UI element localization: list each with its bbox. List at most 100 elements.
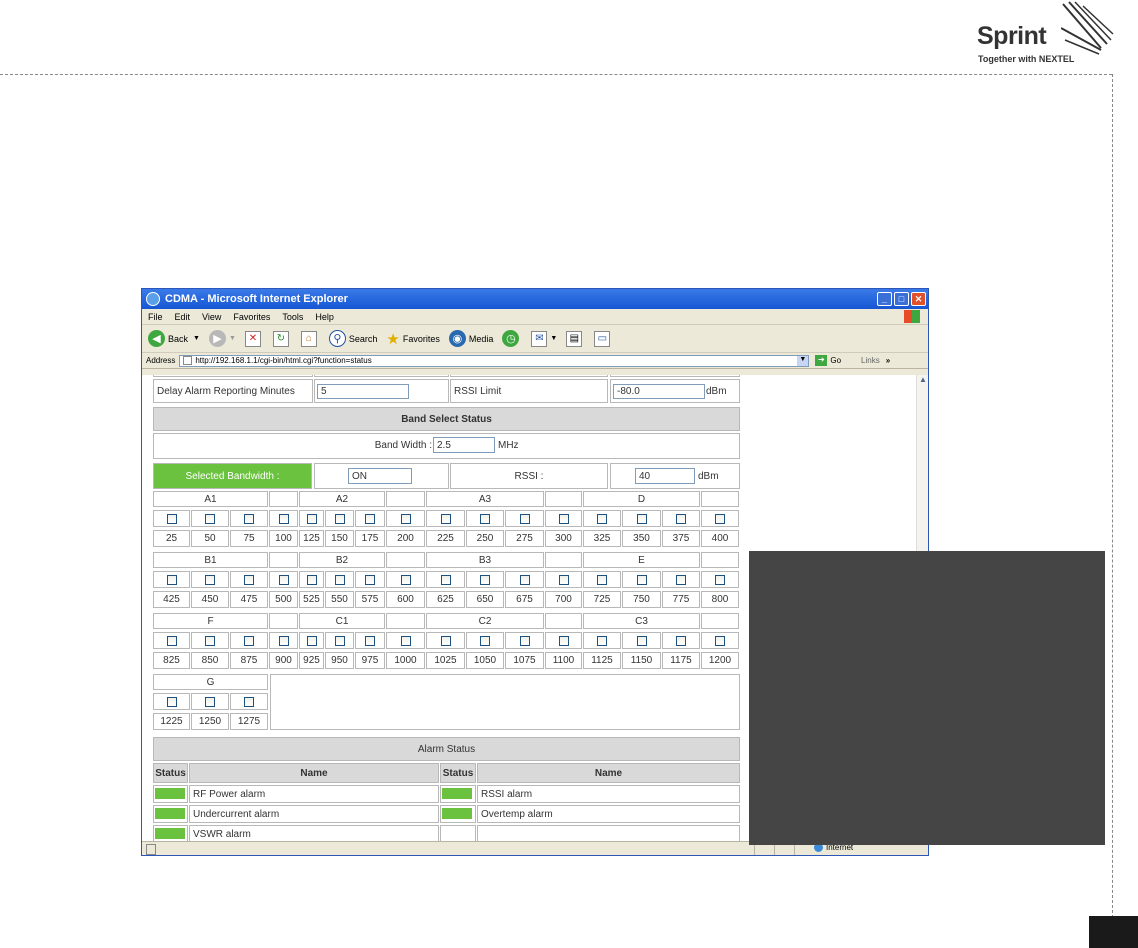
star-icon: ★ [386,330,400,348]
channel-checkbox[interactable] [205,636,215,646]
menu-tools[interactable]: Tools [282,312,303,322]
channel-checkbox[interactable] [480,636,490,646]
channel-checkbox[interactable] [520,514,530,524]
links-chevron-icon[interactable]: » [886,356,890,365]
page-border-top [0,74,1112,75]
channel-checkbox[interactable] [167,514,177,524]
channel-checkbox[interactable] [637,636,647,646]
channel-label: 1150 [622,652,661,669]
bandwidth-input[interactable]: 2.5 [433,437,495,453]
channel-checkbox[interactable] [335,514,345,524]
channel-checkbox[interactable] [244,636,254,646]
channel-checkbox[interactable] [335,575,345,585]
close-button[interactable]: ✕ [911,292,926,306]
alarm-status-header-right: Status [440,763,476,783]
channel-checkbox[interactable] [244,575,254,585]
channel-checkbox[interactable] [307,575,317,585]
home-button[interactable]: ⌂ [300,330,320,347]
minimize-button[interactable]: _ [877,292,892,306]
channel-checkbox[interactable] [441,575,451,585]
forward-button[interactable]: ▶ ▼ [208,330,236,347]
band-group-spacer [701,613,739,629]
rssi-limit-input[interactable]: -80.0 [613,384,705,399]
channel-checkbox[interactable] [676,636,686,646]
band-group-label: B1 [153,552,268,568]
channel-checkbox[interactable] [597,514,607,524]
channel-checkbox[interactable] [520,575,530,585]
print-button[interactable]: ▤ [566,330,585,347]
history-button[interactable]: ◷ [502,330,522,347]
channel-checkbox[interactable] [205,575,215,585]
menu-help[interactable]: Help [315,312,334,322]
back-button[interactable]: ◀ Back ▼ [148,330,200,347]
channel-checkbox[interactable] [676,575,686,585]
channel-checkbox[interactable] [279,575,289,585]
alarm-name-header-right: Name [477,763,740,783]
media-icon: ◉ [448,330,466,347]
menu-favorites[interactable]: Favorites [233,312,270,322]
rssi-input[interactable]: 40 [635,468,695,484]
channel-checkbox[interactable] [307,514,317,524]
maximize-button[interactable]: □ [894,292,909,306]
channel-checkbox[interactable] [715,514,725,524]
favorites-button[interactable]: ★ Favorites [386,330,439,348]
channel-checkbox[interactable] [401,514,411,524]
channel-checkbox[interactable] [559,514,569,524]
forward-dropdown-icon[interactable]: ▼ [229,335,236,342]
mail-button[interactable]: ✉ ▼ [531,330,557,347]
channel-checkbox[interactable] [401,575,411,585]
channel-checkbox[interactable] [441,636,451,646]
refresh-button[interactable]: ↻ [272,330,292,347]
menu-edit[interactable]: Edit [175,312,191,322]
scrolled-row-cell [314,375,449,377]
go-button[interactable]: ➔ Go [815,355,841,366]
search-button[interactable]: ⚲ Search [328,330,377,347]
channel-checkbox[interactable] [401,636,411,646]
channel-checkbox[interactable] [597,636,607,646]
channel-checkbox[interactable] [279,636,289,646]
links-button[interactable]: Links [861,356,880,365]
channel-checkbox[interactable] [335,636,345,646]
channel-checkbox[interactable] [244,697,254,707]
channel-checkbox[interactable] [441,514,451,524]
menu-view[interactable]: View [202,312,221,322]
channel-checkbox[interactable] [167,575,177,585]
channel-checkbox[interactable] [365,575,375,585]
address-dropdown-icon[interactable]: ▼ [797,355,809,366]
channel-checkbox[interactable] [637,514,647,524]
logo-wordmark: Sprint [977,22,1047,50]
channel-checkbox[interactable] [637,575,647,585]
channel-checkbox[interactable] [365,514,375,524]
ie-icon [146,292,160,306]
mail-dropdown-icon[interactable]: ▼ [550,335,557,342]
channel-checkbox[interactable] [559,636,569,646]
selected-bandwidth-input[interactable]: ON [348,468,412,484]
channel-checkbox[interactable] [715,575,725,585]
channel-checkbox[interactable] [715,636,725,646]
delay-alarm-input[interactable]: 5 [317,384,409,399]
band-group-label: B3 [426,552,544,568]
go-arrow-icon: ➔ [815,355,828,366]
channel-checkbox[interactable] [205,514,215,524]
channel-checkbox[interactable] [520,636,530,646]
channel-checkbox[interactable] [167,697,177,707]
channel-checkbox[interactable] [559,575,569,585]
address-input[interactable]: http://192.168.1.1/cgi-bin/html.cgi?func… [179,354,810,367]
channel-checkbox[interactable] [205,697,215,707]
channel-checkbox[interactable] [597,575,607,585]
stop-button[interactable]: ✕ [244,330,264,347]
channel-checkbox[interactable] [480,575,490,585]
channel-checkbox[interactable] [365,636,375,646]
channel-checkbox[interactable] [167,636,177,646]
menu-file[interactable]: File [148,312,163,322]
channel-checkbox[interactable] [480,514,490,524]
media-button[interactable]: ◉ Media [448,330,493,347]
edit-button[interactable]: ▭ [594,330,613,347]
channel-checkbox[interactable] [676,514,686,524]
bandwidth-unit: MHz [498,437,528,453]
back-dropdown-icon[interactable]: ▼ [193,335,200,342]
channel-checkbox[interactable] [244,514,254,524]
scroll-up-icon[interactable]: ▲ [917,375,928,384]
channel-checkbox[interactable] [279,514,289,524]
channel-checkbox[interactable] [307,636,317,646]
